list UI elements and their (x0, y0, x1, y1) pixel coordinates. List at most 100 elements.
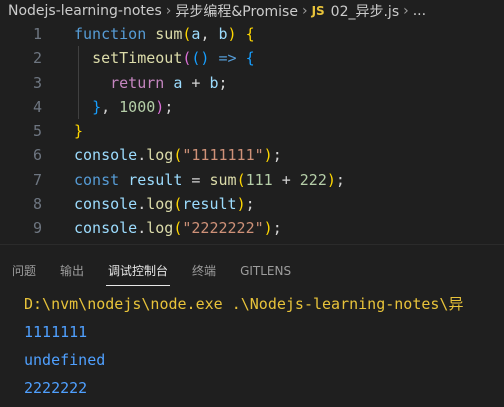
code-token: . (137, 219, 147, 238)
code-token: , (200, 25, 219, 43)
code-token: } (74, 122, 84, 141)
code-token: ) (155, 97, 165, 116)
code-token: console (74, 219, 138, 238)
code-line: 3 return a + b; (0, 71, 504, 95)
code-token: b (209, 73, 219, 92)
code-token: } (92, 97, 102, 116)
code-text: } (74, 119, 83, 143)
code-token: { (245, 49, 255, 68)
tab-debug-console[interactable]: 调试控制台 (96, 256, 180, 286)
line-number: 7 (32, 170, 42, 189)
code-token: sum (155, 25, 183, 43)
code-line: 6 console.log("1111111"); (0, 143, 504, 167)
code-token: 111 (245, 170, 273, 189)
breadcrumb: Nodejs-learning-notes › 异步编程&Promise › J… (0, 0, 504, 22)
code-token: setTimeout (92, 49, 183, 68)
code-text: console.log(result); (74, 192, 255, 216)
breadcrumb-folder-root[interactable]: Nodejs-learning-notes (8, 3, 162, 19)
breadcrumb-file[interactable]: 02_异步.js (331, 1, 399, 21)
code-token: ( (236, 170, 246, 189)
code-text: console.log("2222222"); (74, 216, 282, 240)
code-line: 4 }, 1000); (0, 95, 504, 119)
code-token: console (74, 195, 138, 214)
code-text: const result = sum(111 + 222); (74, 168, 345, 192)
panel-divider (0, 244, 504, 245)
tab-terminal[interactable]: 终端 (180, 256, 228, 286)
code-token: ; (272, 219, 282, 238)
code-text: console.log("1111111"); (74, 143, 282, 167)
code-token: log (146, 146, 174, 165)
console-output-line: 2222222 (24, 379, 88, 397)
code-token: ; (218, 73, 228, 92)
line-number: 5 (32, 122, 42, 141)
code-token: log (146, 219, 174, 238)
code-token: . (137, 195, 147, 214)
chevron-right-icon: › (403, 3, 409, 19)
code-token: + (272, 170, 300, 189)
line-number: 1 (32, 25, 42, 43)
code-line: 8 console.log(result); (0, 192, 504, 216)
debug-console-output[interactable]: D:\nvm\nodejs\node.exe .\Nodejs-learning… (0, 290, 504, 407)
code-token: 1000 (119, 97, 156, 116)
code-token: "2222222" (182, 219, 264, 238)
chevron-right-icon: › (165, 3, 172, 19)
code-token: ) (326, 170, 336, 189)
chevron-right-icon: › (301, 3, 308, 19)
line-number: 6 (32, 146, 42, 165)
code-token: ) (227, 25, 237, 43)
code-token: 222 (299, 170, 327, 189)
code-line: 2 setTimeout(() => { (0, 46, 504, 70)
code-token: ; (272, 146, 282, 165)
code-token: { (245, 25, 255, 43)
panel-tabs: 问题 输出 调试控制台 终端 GITLENS (0, 256, 504, 286)
code-token: result (182, 195, 237, 214)
console-output-line: undefined (24, 351, 106, 369)
line-number: 4 (32, 97, 42, 116)
code-token: const (74, 170, 120, 189)
code-token: = (182, 170, 210, 189)
code-token: ; (245, 195, 255, 214)
line-number: 3 (32, 73, 42, 92)
code-line: 7 const result = sum(111 + 222); (0, 168, 504, 192)
code-token: . (137, 146, 147, 165)
code-token: sum (209, 170, 237, 189)
line-number: 2 (32, 49, 42, 68)
code-token: "1111111" (182, 146, 264, 165)
line-number: 9 (32, 219, 42, 238)
code-editor[interactable]: 1 function sum(a, b) {2 setTimeout(() => … (0, 22, 504, 244)
breadcrumb-folder-promise[interactable]: 异步编程&Promise (175, 1, 298, 21)
code-token: ; (335, 170, 345, 189)
code-token: () (191, 49, 210, 68)
javascript-file-icon: JS (311, 4, 325, 18)
code-token: => (218, 49, 237, 68)
console-command-line: D:\nvm\nodejs\node.exe .\Nodejs-learning… (24, 295, 464, 313)
breadcrumb-more[interactable]: ... (413, 3, 426, 19)
code-text: return a + b; (74, 71, 228, 95)
code-token: result (128, 170, 183, 189)
tab-gitlens[interactable]: GITLENS (228, 256, 303, 286)
code-token: , (101, 97, 120, 116)
code-line: 1 function sum(a, b) { (0, 22, 504, 46)
code-text: function sum(a, b) { (74, 22, 255, 46)
code-token: return (110, 73, 165, 92)
code-token: + (182, 73, 210, 92)
tab-output[interactable]: 输出 (48, 256, 96, 286)
code-token: ) (263, 146, 273, 165)
line-number: 8 (32, 195, 42, 214)
code-token: ) (236, 195, 246, 214)
tab-problems[interactable]: 问题 (0, 256, 48, 286)
code-text: setTimeout(() => { (74, 46, 255, 70)
console-output-line: 1111111 (24, 323, 88, 341)
code-line: 9 console.log("2222222"); (0, 216, 504, 240)
code-lines: 1 function sum(a, b) {2 setTimeout(() => … (0, 22, 504, 241)
code-text: }, 1000); (74, 95, 173, 119)
code-token: log (146, 195, 174, 214)
